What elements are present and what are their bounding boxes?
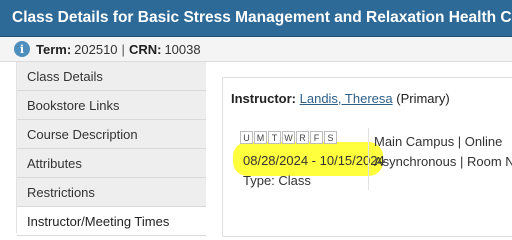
divider [368, 128, 369, 190]
meeting-type: Type: Class [243, 173, 311, 188]
crn-label: CRN: [128, 41, 162, 57]
day-box-monday: M [254, 131, 267, 144]
day-box-saturday: S [324, 131, 337, 144]
term-label: Term: [36, 41, 72, 57]
term-separator: | [121, 41, 125, 57]
meeting-date-range: 08/28/2024 - 10/15/2024 [243, 153, 385, 168]
instructor-name-link[interactable]: Landis, Theresa [300, 91, 393, 106]
meeting-days: U M T W R F S [240, 131, 338, 144]
page-title-bar: Class Details for Basic Stress Managemen… [0, 0, 512, 37]
sidebar-item-instructor-meeting-times[interactable]: Instructor/Meeting Times [17, 207, 206, 236]
instructor-line: Instructor: Landis, Theresa (Primary) [231, 91, 450, 106]
day-box-thursday: R [296, 131, 309, 144]
meeting-campus: Main Campus | Online [374, 134, 503, 149]
sidebar-item-restrictions[interactable]: Restrictions [17, 178, 206, 207]
term-bar: i Term: 202510 | CRN: 10038 [0, 37, 512, 62]
day-box-tuesday: T [268, 131, 281, 144]
instructor-label: Instructor: [231, 91, 296, 106]
main-content: Instructor: Landis, Theresa (Primary) U … [206, 62, 512, 237]
sidebar-item-bookstore-links[interactable]: Bookstore Links [17, 91, 206, 120]
sidebar-item-course-description[interactable]: Course Description [17, 120, 206, 149]
sidebar-item-class-details[interactable]: Class Details [17, 62, 206, 91]
instructor-role: (Primary) [396, 91, 450, 106]
page-title: Class Details for Basic Stress Managemen… [12, 9, 512, 26]
day-box-wednesday: W [282, 131, 295, 144]
sidebar-item-attributes[interactable]: Attributes [17, 149, 206, 178]
meeting-card: Instructor: Landis, Theresa (Primary) U … [222, 77, 512, 237]
term-value: 202510 [74, 41, 118, 57]
meeting-location: Asynchronous | Room NR [374, 154, 512, 169]
day-box-sunday: U [240, 131, 253, 144]
day-box-friday: F [310, 131, 323, 144]
sidebar-nav: Class Details Bookstore Links Course Des… [16, 62, 206, 236]
crn-value: 10038 [164, 41, 201, 57]
info-icon: i [14, 41, 30, 57]
